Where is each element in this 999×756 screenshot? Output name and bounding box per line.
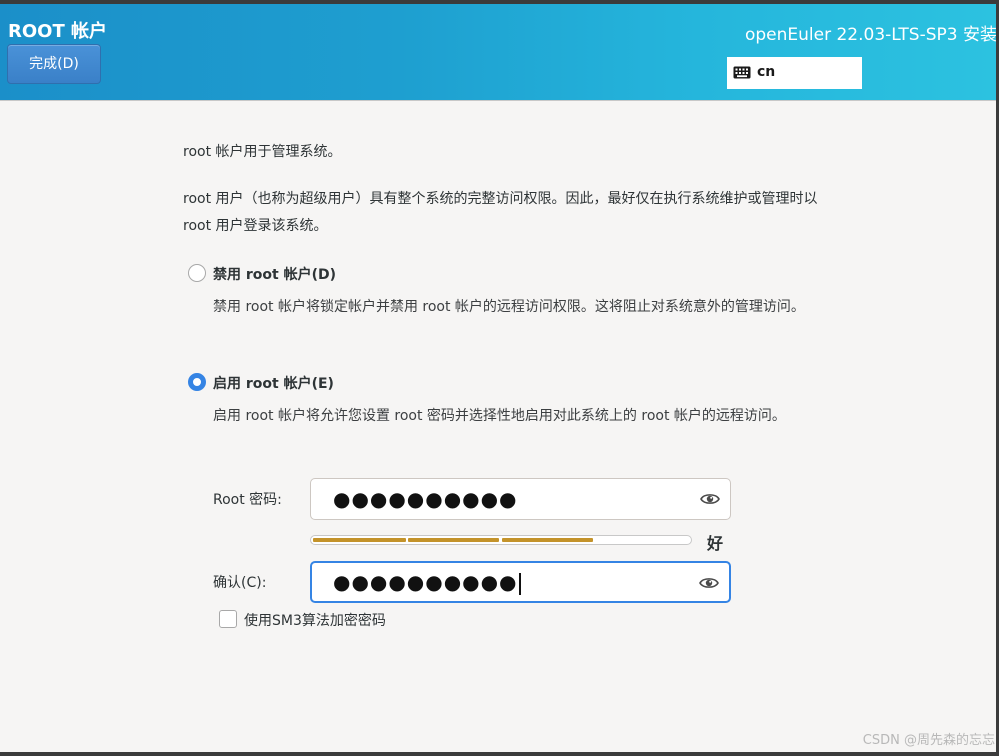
password-strength-label: 好 (707, 534, 724, 553)
strength-segment (313, 538, 406, 542)
strength-segment (502, 538, 593, 542)
confirm-password-field[interactable]: ●●●●●●●●●● (310, 561, 731, 603)
root-password-value: ●●●●●●●●●● (333, 487, 518, 511)
disable-root-description: 禁用 root 帐户将锁定帐户并禁用 root 帐户的远程访问权限。这将阻止对系… (213, 299, 805, 315)
disable-root-label[interactable]: 禁用 root 帐户(D) (213, 264, 336, 284)
password-strength-bar (310, 535, 692, 545)
keyboard-layout-label: cn (757, 64, 776, 80)
eye-icon[interactable] (700, 491, 720, 507)
text-caret (518, 572, 521, 595)
enable-root-radio[interactable] (188, 373, 206, 391)
enable-root-description: 启用 root 帐户将允许您设置 root 密码并选择性地启用对此系统上的 ro… (213, 408, 786, 424)
root-password-label: Root 密码: (213, 492, 282, 508)
sm3-encryption-label[interactable]: 使用SM3算法加密密码 (244, 610, 386, 630)
strength-segment (408, 538, 499, 542)
intro-text-2: root 用户（也称为超级用户）具有整个系统的完整访问权限。因此，最好仅在执行系… (183, 191, 818, 234)
enable-root-label[interactable]: 启用 root 帐户(E) (213, 373, 334, 393)
done-button[interactable]: 完成(D) (7, 44, 101, 84)
sm3-encryption-checkbox[interactable] (219, 610, 237, 628)
header-divider (0, 100, 999, 101)
confirm-password-label: 确认(C): (213, 575, 267, 591)
intro-text-1: root 帐户用于管理系统。 (183, 144, 342, 160)
confirm-password-value: ●●●●●●●●●● (333, 570, 521, 595)
keyboard-icon (733, 66, 751, 79)
eye-icon[interactable] (699, 575, 719, 591)
watermark: CSDN @周先森的忘忘 (862, 733, 995, 748)
window-frame-bottom (0, 752, 999, 756)
disable-root-radio[interactable] (188, 264, 206, 282)
header-bar: ROOT 帐户 完成(D) openEuler 22.03-LTS-SP3 安装… (0, 4, 999, 100)
page-title: ROOT 帐户 (8, 21, 108, 42)
root-password-field[interactable]: ●●●●●●●●●● (310, 478, 731, 520)
keyboard-layout-indicator[interactable]: cn (727, 57, 862, 89)
product-title: openEuler 22.03-LTS-SP3 安装 (744, 25, 997, 45)
